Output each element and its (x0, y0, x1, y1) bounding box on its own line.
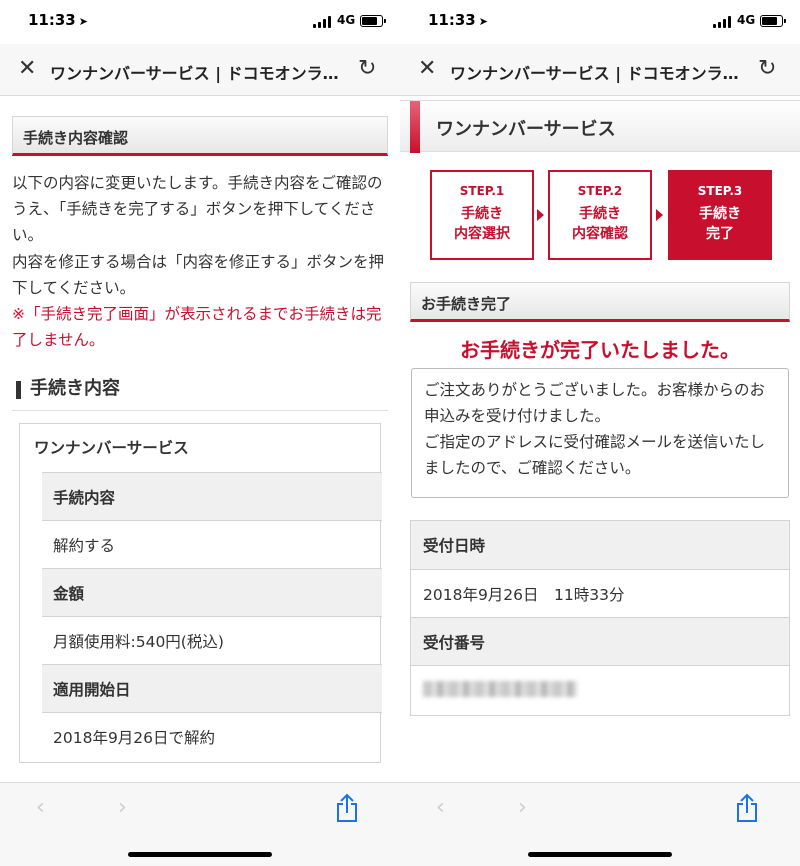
card-title: ワンナンバーサービス (34, 439, 189, 457)
row-label: 適用開始日 (42, 664, 382, 712)
step-number: STEP.1 (459, 184, 505, 198)
service-title-bar: ワンナンバーサービス (400, 100, 800, 153)
forward-icon[interactable]: › (118, 795, 127, 820)
step-2: STEP.2 手続き 内容確認 (548, 170, 652, 260)
back-icon[interactable]: ‹ (436, 795, 445, 820)
service-title: ワンナンバーサービス (436, 119, 616, 140)
status-bar: 11:33 ➤ 4G (400, 0, 800, 44)
row-label: 金額 (42, 568, 382, 616)
step-1: STEP.1 手続き 内容選択 (430, 170, 534, 260)
row-value: 月額使用料:540円(税込) (42, 616, 382, 664)
clock: 11:33 (428, 11, 476, 29)
blurred-receipt-number (423, 681, 577, 697)
title-accent-bar (410, 101, 420, 153)
left-screen: 11:33 ➤ 4G ✕ ワンナンバーサービス | ドコモオンラ… ↻ 手続き内容… (0, 0, 400, 866)
home-indicator[interactable] (128, 852, 272, 857)
warning-text: ※「手続き完了画面」が表示されるまでお手続きは完了しません。 (12, 305, 382, 349)
intro-text: 以下の内容に変更いたします。手続き内容をご確認のうえ、「手続きを完了する」ボタン… (12, 174, 383, 244)
home-indicator[interactable] (528, 852, 672, 857)
page-title-bar[interactable]: ワンナンバーサービス | ドコモオンラ… (50, 60, 350, 84)
reload-icon[interactable]: ↻ (358, 56, 376, 82)
close-icon[interactable]: ✕ (418, 57, 436, 81)
close-icon[interactable]: ✕ (18, 57, 36, 81)
battery-icon (360, 15, 386, 27)
battery-icon (760, 15, 786, 27)
step-label-line1: 手続き (579, 206, 621, 222)
step-label-line1: 手続き (699, 206, 741, 222)
section-header-confirm: 手続き内容確認 (12, 116, 388, 156)
completion-message: お手続きが完了いたしました。 (460, 338, 740, 362)
procedure-heading: 手続き内容 (12, 373, 388, 411)
thank-you-box: ご注文ありがとうございました。お客様からのお申込みを受け付けました。 ご指定のア… (411, 368, 789, 498)
signal-icon (313, 16, 333, 28)
receipt-number-label: 受付番号 (411, 617, 789, 665)
share-icon[interactable] (335, 793, 359, 823)
clock: 11:33 (28, 11, 76, 29)
location-arrow-icon: ➤ (478, 15, 488, 28)
email-notice-text: ご指定のアドレスに受付確認メールを送信いたしましたので、ご確認ください。 (424, 433, 766, 477)
step-label-line1: 手続き (461, 206, 503, 222)
network-type: 4G (337, 13, 356, 27)
step-label-line2: 完了 (706, 226, 734, 242)
back-icon[interactable]: ‹ (36, 795, 45, 820)
step-number: STEP.2 (577, 184, 623, 198)
receipt-date-value: 2018年9月26日 11時33分 (411, 569, 789, 617)
location-arrow-icon: ➤ (78, 15, 88, 28)
section-header-complete: お手続き完了 (410, 282, 790, 322)
receipt-table: 受付日時 2018年9月26日 11時33分 受付番号 (410, 520, 790, 716)
row-value: 解約する (42, 520, 382, 568)
reload-icon[interactable]: ↻ (758, 56, 776, 82)
share-icon[interactable] (735, 793, 759, 823)
receipt-date-label: 受付日時 (411, 521, 789, 569)
page-title-bar[interactable]: ワンナンバーサービス | ドコモオンラ… (450, 60, 750, 84)
receipt-number-value (411, 665, 789, 713)
signal-icon (713, 16, 733, 28)
status-bar: 11:33 ➤ 4G (0, 0, 400, 44)
thank-you-text: ご注文ありがとうございました。お客様からのお申込みを受け付けました。 (424, 381, 766, 425)
forward-icon[interactable]: › (518, 795, 527, 820)
step-label-line2: 内容選択 (454, 226, 510, 242)
modify-instruction: 内容を修正する場合は「内容を修正する」ボタンを押下してください。 (12, 253, 385, 297)
row-value: 2018年9月26日で解約 (42, 712, 382, 760)
step-number: STEP.3 (697, 184, 743, 198)
step-arrow-icon (537, 209, 544, 221)
url-bar: ✕ ワンナンバーサービス | ドコモオンラ… ↻ (400, 44, 800, 96)
row-label: 手続内容 (42, 472, 382, 520)
step-label-line2: 内容確認 (572, 226, 628, 242)
procedure-card: ワンナンバーサービス 手続内容 解約する 金額 月額使用料:540円(税込) 適… (19, 423, 382, 763)
url-bar: ✕ ワンナンバーサービス | ドコモオンラ… ↻ (0, 44, 400, 96)
step-arrow-icon (656, 209, 663, 221)
step-3-current: STEP.3 手続き 完了 (668, 170, 772, 260)
network-type: 4G (737, 13, 756, 27)
